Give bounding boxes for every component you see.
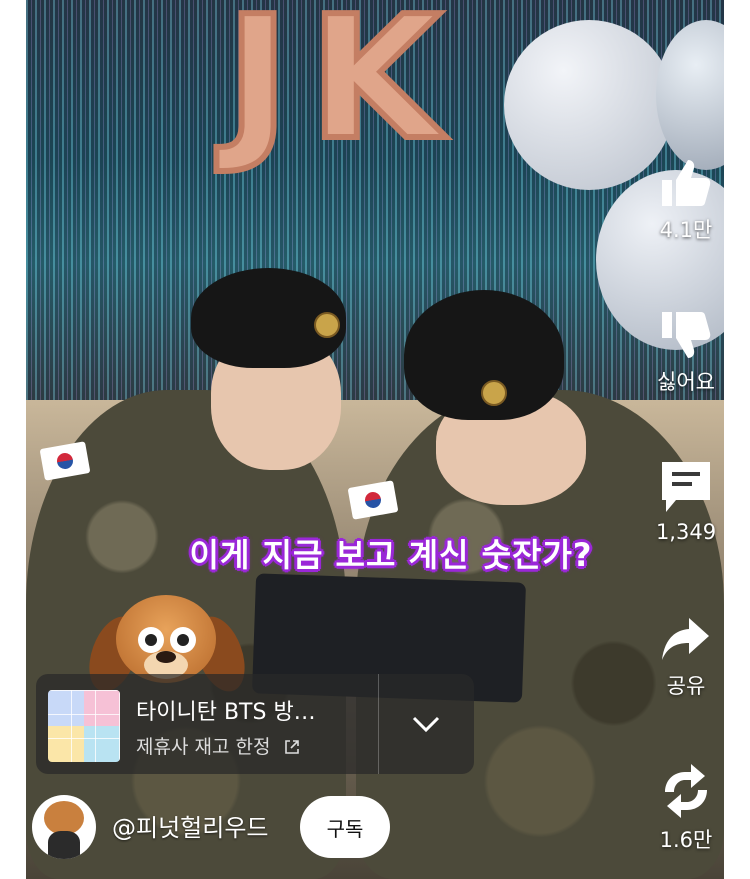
- comments-button[interactable]: 1,349: [642, 458, 730, 544]
- channel-handle[interactable]: @피넛헐리우드: [112, 808, 268, 843]
- remix-count: 1.6만: [659, 828, 713, 852]
- comment-icon: [662, 462, 710, 512]
- dislike-label: 싫어요: [657, 370, 715, 394]
- share-label: 공유: [666, 674, 706, 698]
- chevron-down-icon[interactable]: [408, 710, 444, 738]
- balloon-letters: JK: [223, 0, 461, 181]
- channel-avatar[interactable]: [32, 795, 96, 859]
- video-caption: 이게 지금 보고 계신 숫잔가?: [189, 536, 593, 574]
- product-title: 타이니탄 BTS 방…: [136, 700, 316, 725]
- share-icon: [662, 618, 709, 660]
- product-subtitle: 제휴사 재고 한정: [136, 732, 301, 759]
- dislike-button[interactable]: 싫어요: [642, 308, 730, 396]
- subscribe-button[interactable]: 구독: [300, 796, 390, 858]
- share-button[interactable]: 공유: [642, 614, 730, 700]
- comment-count: 1,349: [655, 520, 717, 544]
- soldier-left-badge: [314, 312, 340, 338]
- thumbs-up-icon: [662, 160, 711, 206]
- remix-button[interactable]: 1.6만: [642, 762, 730, 854]
- like-count: 4.1만: [659, 218, 713, 242]
- product-subtitle-text: 제휴사 재고 한정: [136, 736, 271, 758]
- soldier-right-badge: [481, 380, 507, 406]
- product-thumbnail: [48, 690, 120, 762]
- product-card[interactable]: 타이니탄 BTS 방… 제휴사 재고 한정: [36, 674, 474, 774]
- remix-icon: [665, 764, 707, 818]
- card-divider: [378, 674, 379, 774]
- thumbs-down-icon: [662, 312, 711, 358]
- external-link-icon: [284, 740, 299, 754]
- like-button[interactable]: 4.1만: [642, 156, 730, 244]
